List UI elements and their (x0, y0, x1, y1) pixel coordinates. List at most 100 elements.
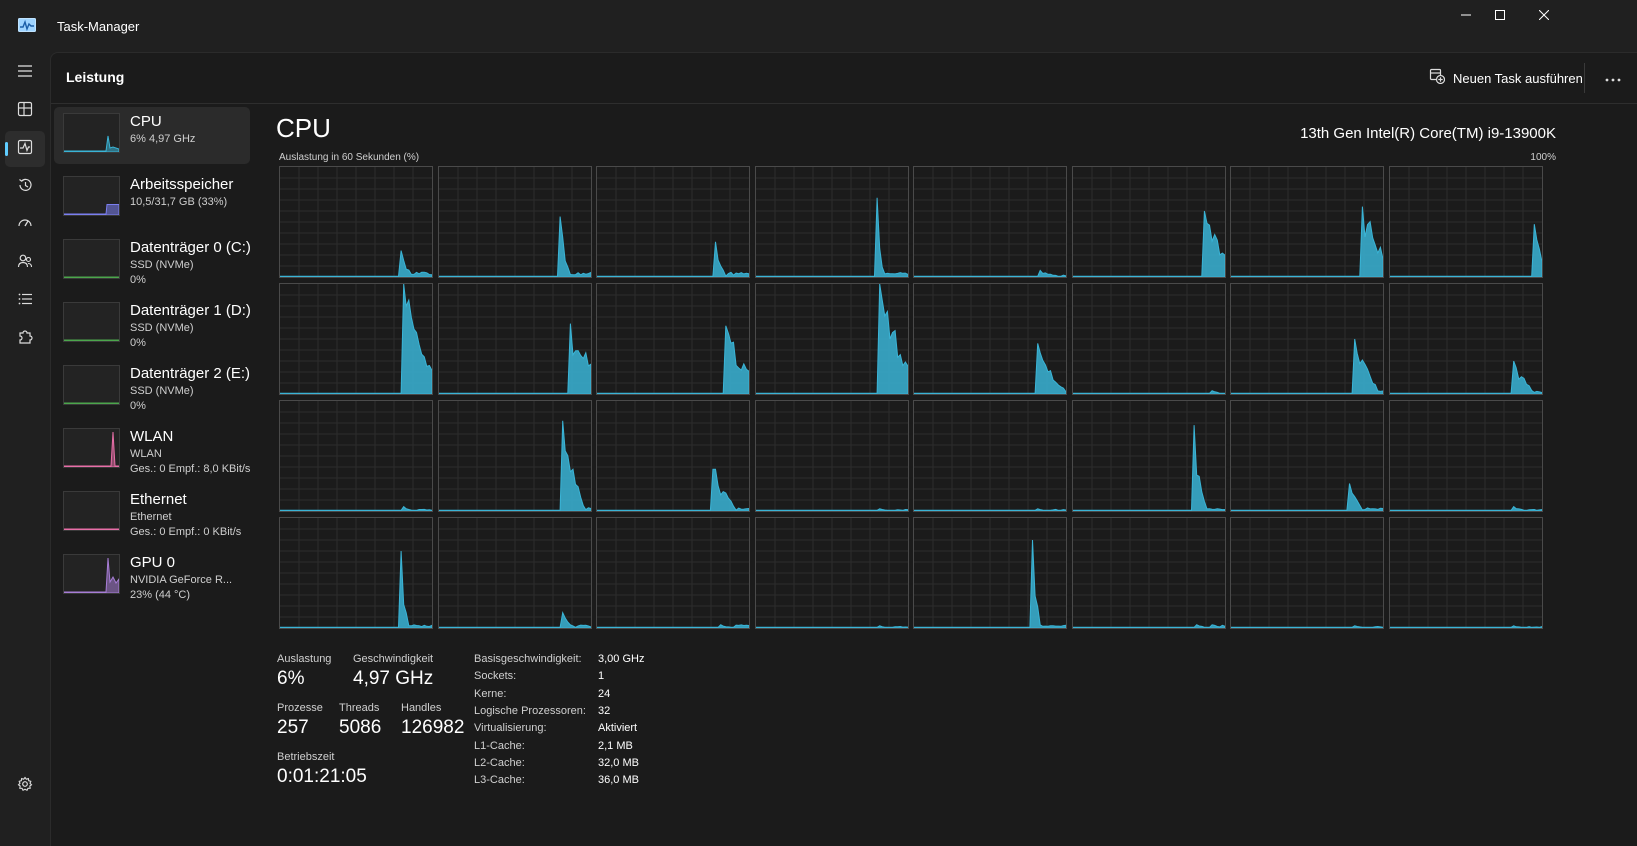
resource-value: Ges.: 0 Empf.: 8,0 KBit/s (130, 463, 251, 475)
cpu-core-graph (437, 166, 592, 278)
resource-detail: SSD (NVMe) (130, 385, 194, 397)
detail-key: L3-Cache: (474, 774, 525, 787)
cpu-title: CPU (276, 113, 331, 143)
hamburger-menu-button[interactable] (5, 55, 45, 91)
graph-max-label: 100% (1530, 152, 1556, 163)
resource-detail: 6% 4,97 GHz (130, 133, 196, 145)
nav-startup-apps[interactable] (5, 207, 45, 243)
cpu-model: 13th Gen Intel(R) Core(TM) i9-13900K (1300, 125, 1556, 142)
thumbnail-series (64, 557, 119, 593)
cpu-core-chart (755, 401, 908, 511)
thumbnail-graph (64, 528, 119, 530)
detail-row: L3-Cache: 36,0 MB (474, 774, 714, 791)
details-list-icon (17, 291, 33, 312)
resource-name: Arbeitsspeicher (130, 176, 234, 193)
maximize-icon (1495, 7, 1505, 25)
cpu-core-chart (1231, 518, 1383, 628)
resource-item[interactable]: Ethernet Ethernet Ges.: 0 Empf.: 0 KBit/s (54, 485, 250, 542)
cpu-core-chart (280, 284, 432, 394)
close-button[interactable] (1521, 0, 1567, 32)
detail-value: 1 (598, 670, 605, 683)
new-task-button[interactable]: Neuen Task ausführen (1423, 64, 1589, 92)
title-bar: Task-Manager (0, 0, 1637, 52)
cpu-core-graph (279, 283, 433, 395)
page-header: Leistung Neuen Task ausführen (51, 53, 1637, 104)
nav-users[interactable] (5, 245, 45, 281)
handles-value: 126982 (401, 717, 465, 738)
cpu-core-chart (1072, 167, 1225, 277)
detail-key: Basisgeschwindigkeit: (474, 653, 582, 665)
cpu-core-chart (914, 401, 1066, 511)
resource-item[interactable]: Datenträger 0 (C:) SSD (NVMe) 0% (54, 233, 251, 290)
cpu-core-graph (913, 517, 1067, 629)
detail-key: Kerne: (474, 687, 507, 700)
cpu-core-graph (1230, 517, 1384, 629)
settings-gear-icon (17, 776, 33, 797)
resource-item[interactable]: Datenträger 1 (D:) SSD (NVMe) 0% (54, 296, 251, 353)
cpu-core-chart (914, 284, 1066, 394)
threads-label: Threads (339, 702, 380, 714)
detail-row: Kerne: 24 (474, 688, 714, 705)
settings-button[interactable] (5, 768, 45, 804)
processes-value: 257 (277, 717, 309, 738)
users-icon (17, 253, 33, 274)
nav-details[interactable] (5, 283, 45, 319)
utilization-label: Auslastung (277, 653, 332, 665)
cpu-core-chart (1389, 518, 1542, 628)
thumbnail-series (64, 339, 119, 341)
processes-label: Prozesse (277, 702, 323, 714)
resource-value: 0% (130, 400, 146, 412)
resource-thumbnail (63, 365, 120, 405)
cpu-core-chart (1389, 167, 1542, 277)
nav-app-history[interactable] (5, 169, 45, 205)
detail-key: L1-Cache: (474, 739, 525, 752)
resource-item[interactable]: CPU 6% 4,97 GHz (54, 107, 250, 164)
detail-row: Virtualisierung: Aktiviert (474, 722, 714, 739)
close-icon (1538, 7, 1550, 25)
cpu-core-chart (438, 518, 591, 628)
nav-rail (0, 52, 50, 846)
resource-item[interactable]: WLAN WLAN Ges.: 0 Empf.: 8,0 KBit/s (54, 422, 250, 479)
more-options-button[interactable] (1597, 64, 1629, 92)
cpu-core-chart (1231, 401, 1383, 511)
threads-stat: Threads 5086 (339, 702, 381, 739)
resource-item[interactable]: Arbeitsspeicher 10,5/31,7 GB (33%) (54, 170, 250, 227)
nav-processes[interactable] (5, 93, 45, 129)
nav-performance[interactable] (5, 131, 45, 167)
cpu-core-graph (1071, 400, 1226, 512)
resource-thumbnail (63, 302, 120, 342)
resource-name: Datenträger 1 (D:) (130, 302, 251, 319)
resource-name: Ethernet (130, 491, 187, 508)
resource-detail: SSD (NVMe) (130, 259, 194, 271)
new-task-icon (1429, 68, 1446, 89)
cpu-core-chart (755, 518, 908, 628)
detail-value: 2,1 MB (598, 739, 633, 752)
resource-detail: Ethernet (130, 511, 172, 523)
cpu-core-chart (755, 284, 908, 394)
history-icon (17, 177, 33, 198)
thumbnail-graph (64, 203, 119, 215)
cpu-core-graph (596, 400, 750, 512)
new-task-label: Neuen Task ausführen (1453, 70, 1583, 86)
cpu-core-graph (913, 400, 1067, 512)
header-separator (1584, 63, 1585, 93)
thumbnail-graph (64, 276, 119, 278)
processes-icon (17, 101, 33, 122)
nav-services[interactable] (5, 321, 45, 357)
cpu-core-graph (754, 517, 909, 629)
detail-key: Logische Prozessoren: (474, 704, 586, 717)
cpu-core-graph (1388, 400, 1543, 512)
thumbnail-series (64, 135, 119, 152)
resource-item[interactable]: GPU 0 NVIDIA GeForce R... 23% (44 °C) (54, 548, 250, 605)
cpu-core-chart (597, 518, 749, 628)
cpu-core-chart (914, 167, 1066, 277)
resource-name: Datenträger 2 (E:) (130, 365, 251, 382)
resource-item[interactable]: Datenträger 2 (E:) SSD (NVMe) 0% (54, 359, 250, 416)
threads-value: 5086 (339, 717, 382, 738)
cpu-detail-panel: CPU 13th Gen Intel(R) Core(TM) i9-13900K… (276, 113, 1556, 833)
detail-key: Sockets: (474, 670, 517, 683)
detail-key: L2-Cache: (474, 756, 525, 769)
maximize-button[interactable] (1477, 0, 1523, 32)
resource-detail: SSD (NVMe) (130, 322, 194, 334)
cpu-core-chart (1389, 284, 1542, 394)
